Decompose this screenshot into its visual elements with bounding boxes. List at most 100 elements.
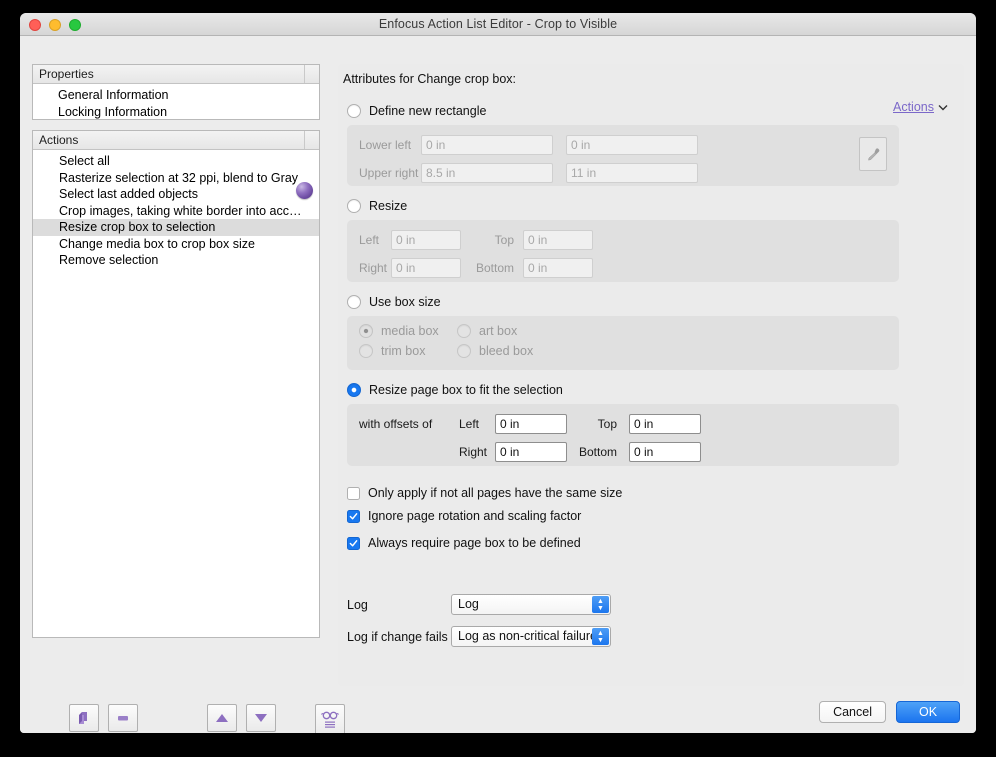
radio-media-box-indicator[interactable] bbox=[359, 324, 373, 338]
resize-bottom-input[interactable]: 0 in bbox=[523, 258, 593, 278]
resize-right-label: Right bbox=[359, 261, 391, 275]
lower-left-label: Lower left bbox=[359, 138, 421, 152]
checkbox-ignore-rotation-label: Ignore page rotation and scaling factor bbox=[368, 509, 581, 523]
purple-sphere-icon bbox=[296, 182, 313, 199]
move-down-button[interactable] bbox=[246, 704, 276, 732]
close-icon[interactable] bbox=[29, 19, 41, 31]
list-item[interactable]: General Information bbox=[36, 87, 319, 104]
checkmark-icon bbox=[349, 512, 358, 521]
radio-use-box-size-label: Use box size bbox=[369, 295, 441, 309]
remove-action-button[interactable] bbox=[108, 704, 138, 732]
upper-right-label: Upper right bbox=[359, 166, 421, 180]
offset-top-label: Top bbox=[567, 417, 629, 431]
actions-header-label: Actions bbox=[39, 133, 78, 147]
title-bar: Enfocus Action List Editor - Crop to Vis… bbox=[20, 13, 976, 36]
eyedropper-button[interactable] bbox=[859, 137, 887, 171]
attributes-panel: Attributes for Change crop box: Actions … bbox=[338, 64, 964, 686]
radio-resize-page-box-to-selection-indicator[interactable] bbox=[347, 383, 361, 397]
upper-right-x-input[interactable]: 8.5 in bbox=[421, 163, 553, 183]
window-body: Properties General Information Locking I… bbox=[20, 36, 976, 733]
log-row: Log Log ▲▼ bbox=[338, 594, 964, 615]
glasses-icon bbox=[320, 710, 340, 730]
checkbox-ignore-rotation[interactable]: Ignore page rotation and scaling factor bbox=[338, 509, 964, 523]
list-item[interactable]: Select last added objects bbox=[33, 186, 319, 203]
log-select[interactable]: Log ▲▼ bbox=[451, 594, 611, 615]
log-select-stepper-icon[interactable]: ▲▼ bbox=[592, 596, 609, 613]
list-item[interactable]: Change media box to crop box size bbox=[33, 236, 319, 253]
list-item[interactable]: Select all bbox=[33, 153, 319, 170]
log-fail-label: Log if change fails bbox=[347, 630, 451, 644]
radio-art-box-indicator[interactable] bbox=[457, 324, 471, 338]
checkmark-icon bbox=[349, 539, 358, 548]
offset-left-input[interactable]: 0 in bbox=[495, 414, 567, 434]
log-fail-select[interactable]: Log as non-critical failure ▲▼ bbox=[451, 626, 611, 647]
checkbox-only-apply-label: Only apply if not all pages have the sam… bbox=[368, 486, 622, 500]
log-fail-select-stepper-icon[interactable]: ▲▼ bbox=[592, 628, 609, 645]
offset-bottom-input[interactable]: 0 in bbox=[629, 442, 701, 462]
offset-right-input[interactable]: 0 in bbox=[495, 442, 567, 462]
dialog-buttons: Cancel OK bbox=[819, 701, 960, 723]
properties-panel-header: Properties bbox=[33, 65, 319, 84]
list-item[interactable]: Crop images, taking white border into ac… bbox=[33, 203, 319, 220]
radio-art-box-label: art box bbox=[479, 324, 517, 338]
move-up-button[interactable] bbox=[207, 704, 237, 732]
radio-media-box-label: media box bbox=[381, 324, 457, 338]
offset-top-input[interactable]: 0 in bbox=[629, 414, 701, 434]
log-select-value: Log bbox=[458, 597, 479, 611]
duplicate-shapes-icon bbox=[76, 710, 92, 726]
checkbox-require-page-box-label: Always require page box to be defined bbox=[368, 536, 581, 550]
minus-bar-icon bbox=[115, 710, 131, 726]
radio-resize[interactable]: Resize bbox=[338, 199, 964, 213]
upper-right-y-input[interactable]: 11 in bbox=[566, 163, 698, 183]
box-size-group: media box art box trim box bleed box bbox=[347, 316, 899, 370]
resize-left-input[interactable]: 0 in bbox=[391, 230, 461, 250]
radio-trim-box-indicator[interactable] bbox=[359, 344, 373, 358]
radio-resize-page-box-to-selection[interactable]: Resize page box to fit the selection bbox=[338, 383, 964, 397]
resize-top-label: Top bbox=[461, 233, 523, 247]
lower-left-x-input[interactable]: 0 in bbox=[421, 135, 553, 155]
zoom-icon[interactable] bbox=[69, 19, 81, 31]
checkbox-require-page-box[interactable]: Always require page box to be defined bbox=[338, 536, 964, 550]
add-action-button[interactable] bbox=[69, 704, 99, 732]
resize-bottom-label: Bottom bbox=[461, 261, 523, 275]
radio-use-box-size-indicator[interactable] bbox=[347, 295, 361, 309]
radio-define-new-rectangle-label: Define new rectangle bbox=[369, 104, 486, 118]
eyedropper-icon bbox=[866, 147, 881, 162]
left-toolbar: << << bbox=[44, 704, 344, 733]
offsets-group: with offsets of Left 0 in Top 0 in Right… bbox=[347, 404, 899, 466]
radio-use-box-size[interactable]: Use box size bbox=[338, 295, 964, 309]
actions-panel: Actions Select all Rasterize selection a… bbox=[32, 130, 320, 638]
cancel-button[interactable]: Cancel bbox=[819, 701, 886, 723]
list-item[interactable]: Locking Information bbox=[36, 104, 319, 121]
checkbox-require-page-box-indicator[interactable] bbox=[347, 537, 360, 550]
app-window: Enfocus Action List Editor - Crop to Vis… bbox=[20, 13, 976, 733]
lower-left-y-input[interactable]: 0 in bbox=[566, 135, 698, 155]
resize-left-label: Left bbox=[359, 233, 391, 247]
properties-header-corner bbox=[304, 65, 319, 83]
checkbox-only-apply-indicator[interactable] bbox=[347, 487, 360, 500]
preview-button[interactable] bbox=[315, 704, 345, 733]
traffic-light-buttons bbox=[29, 19, 81, 31]
actions-list: Select all Rasterize selection at 32 ppi… bbox=[33, 150, 319, 269]
radio-define-new-rectangle[interactable]: Define new rectangle bbox=[338, 104, 964, 118]
radio-define-new-rectangle-indicator[interactable] bbox=[347, 104, 361, 118]
actions-menu-button[interactable]: Actions bbox=[893, 100, 948, 114]
left-column: Properties General Information Locking I… bbox=[32, 64, 320, 638]
window-title: Enfocus Action List Editor - Crop to Vis… bbox=[20, 13, 976, 36]
list-item[interactable]: Rasterize selection at 32 ppi, blend to … bbox=[33, 170, 319, 187]
list-item[interactable]: Remove selection bbox=[33, 252, 319, 269]
radio-bleed-box-indicator[interactable] bbox=[457, 344, 471, 358]
radio-resize-indicator[interactable] bbox=[347, 199, 361, 213]
checkbox-only-apply-if-pages-differ[interactable]: Only apply if not all pages have the sam… bbox=[338, 486, 964, 500]
resize-top-input[interactable]: 0 in bbox=[523, 230, 593, 250]
define-rectangle-group: Lower left 0 in 0 in Upper right 8.5 in … bbox=[347, 125, 899, 186]
log-fail-row: Log if change fails Log as non-critical … bbox=[338, 626, 964, 647]
ok-button[interactable]: OK bbox=[896, 701, 960, 723]
checkbox-ignore-rotation-indicator[interactable] bbox=[347, 510, 360, 523]
list-item[interactable]: Resize crop box to selection bbox=[33, 219, 319, 236]
properties-panel: Properties General Information Locking I… bbox=[32, 64, 320, 120]
minimize-icon[interactable] bbox=[49, 19, 61, 31]
page-title: Attributes for Change crop box: bbox=[338, 64, 964, 86]
actions-panel-header: Actions bbox=[33, 131, 319, 150]
resize-right-input[interactable]: 0 in bbox=[391, 258, 461, 278]
